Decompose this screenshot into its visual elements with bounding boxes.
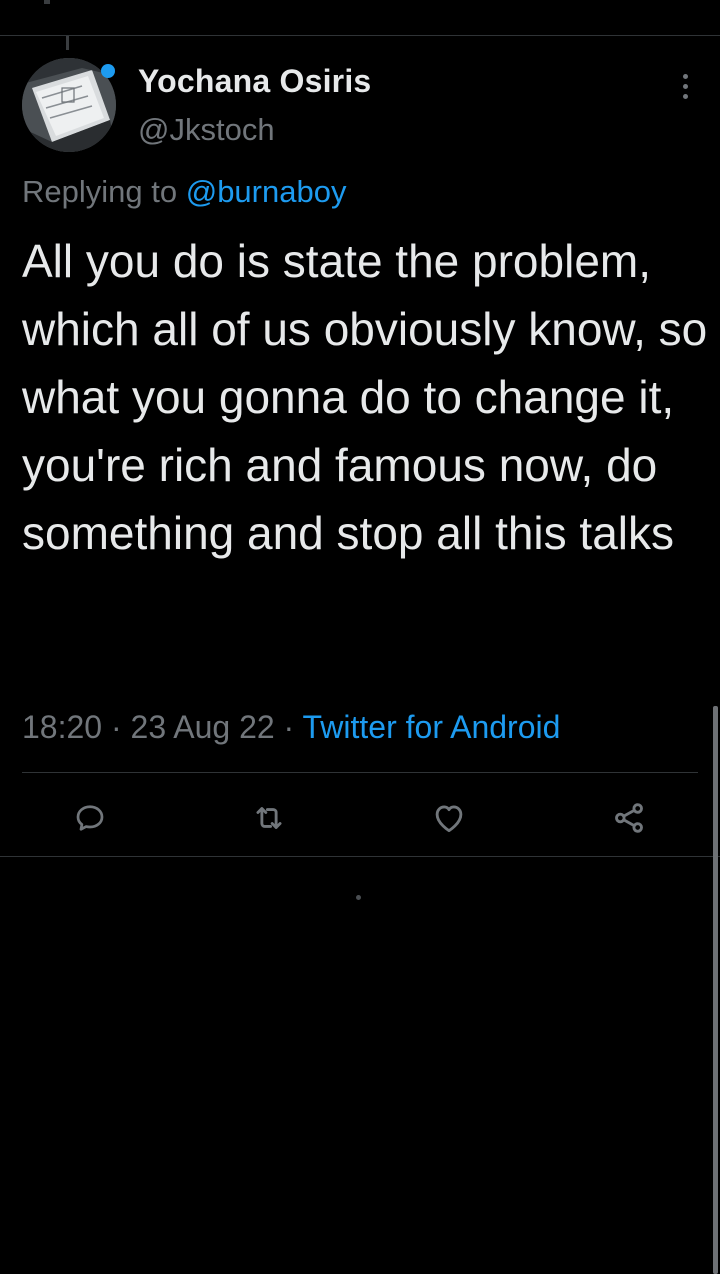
more-dot: [682, 73, 688, 79]
bottom-divider: [0, 856, 720, 857]
display-name[interactable]: Yochana Osiris: [138, 63, 371, 100]
reply-icon: [76, 805, 104, 831]
user-handle[interactable]: @Jkstoch: [138, 112, 275, 148]
meta-separator: ·: [102, 709, 131, 745]
previous-tweet-stub: [44, 0, 50, 4]
tweet-time[interactable]: 18:20: [22, 709, 102, 745]
retweet-icon: [256, 807, 282, 829]
scrollbar[interactable]: [713, 706, 718, 1274]
actions-divider: [22, 772, 698, 773]
thread-connector-line: [66, 36, 69, 50]
meta-separator: ·: [274, 709, 303, 745]
tweet-date[interactable]: 23 Aug 22: [131, 709, 275, 745]
share-button[interactable]: [607, 796, 651, 840]
tweet-meta: 18:20 · 23 Aug 22 · Twitter for Android: [22, 709, 560, 746]
share-icon: [615, 803, 643, 833]
replying-prefix: Replying to: [22, 174, 186, 209]
avatar-status-dot: [101, 64, 115, 78]
replying-to-mention[interactable]: @burnaboy: [186, 174, 347, 209]
top-divider: [0, 35, 720, 36]
like-button[interactable]: [427, 796, 471, 840]
more-dot: [682, 83, 688, 89]
tweet-text: All you do is state the problem, which a…: [22, 235, 708, 559]
loading-indicator: [356, 895, 361, 900]
tweet-detail-page: Yochana Osiris @Jkstoch Replying to @bur…: [0, 0, 720, 1274]
tweet-source[interactable]: Twitter for Android: [303, 709, 561, 745]
reply-button[interactable]: [68, 796, 112, 840]
retweet-button[interactable]: [247, 796, 291, 840]
like-icon: [435, 805, 463, 833]
replying-to-line: Replying to @burnaboy: [22, 174, 346, 210]
more-options-button[interactable]: [672, 70, 698, 102]
more-dot: [682, 93, 688, 99]
